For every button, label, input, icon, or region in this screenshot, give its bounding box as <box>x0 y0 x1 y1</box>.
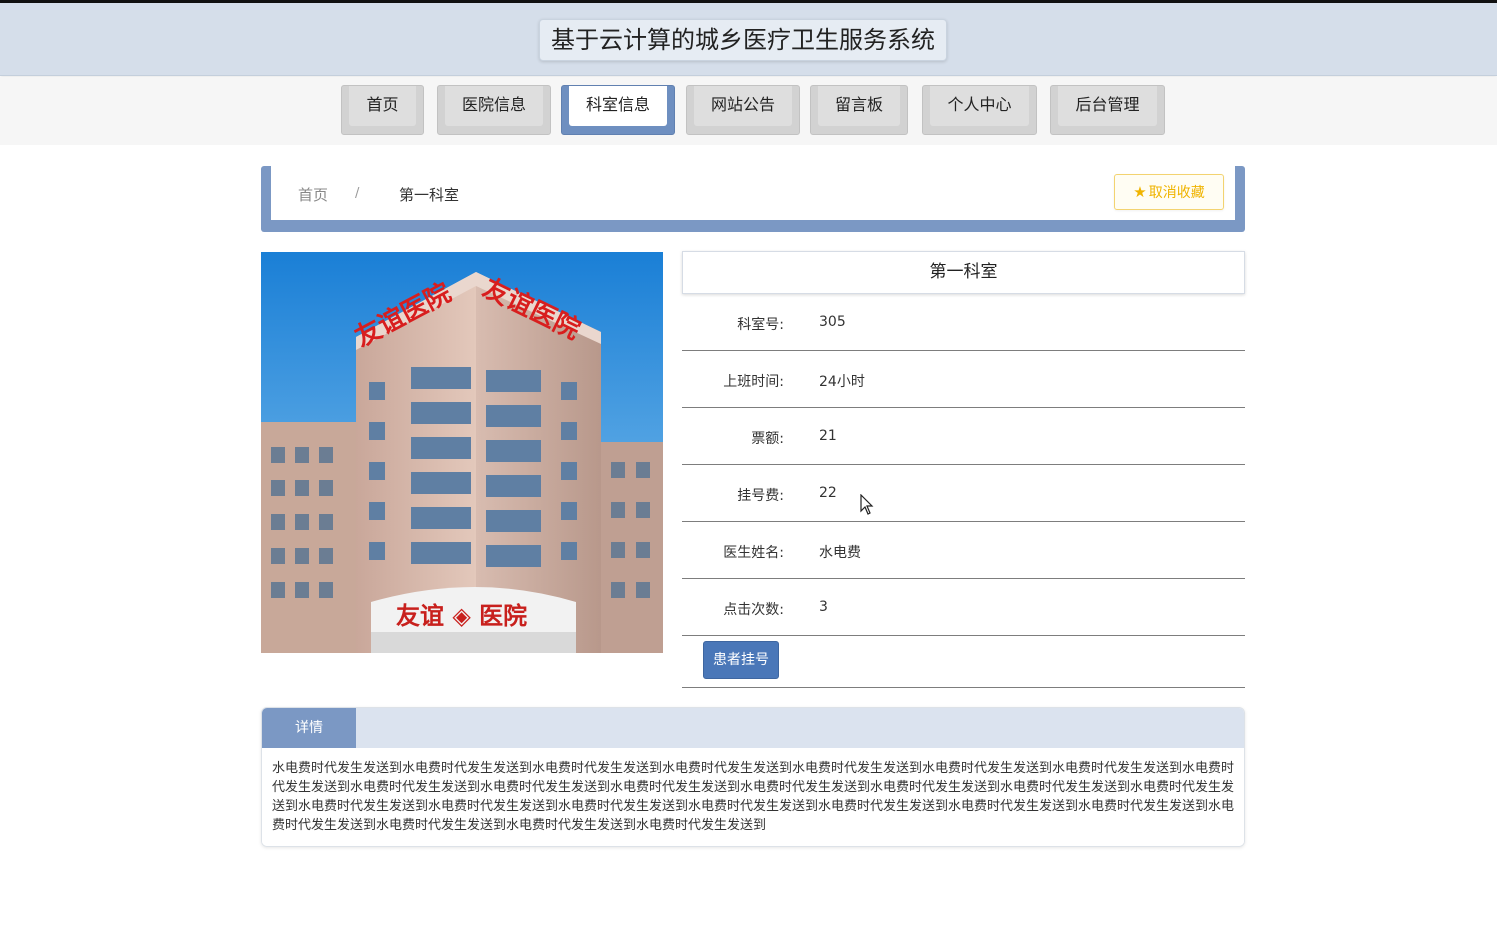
info-label: 科室号: <box>737 317 784 333</box>
star-icon: ★ <box>1133 183 1147 201</box>
patient-register-button[interactable]: 患者挂号 <box>703 641 779 679</box>
site-title: 基于云计算的城乡医疗卫生服务系统 <box>539 19 947 61</box>
nav-item-label: 科室信息 <box>569 86 667 126</box>
info-value: 21 <box>819 428 837 444</box>
info-row-department-number: 科室号: 305 <box>682 294 1245 351</box>
detail-tab-bar: 详情 <box>262 708 1244 748</box>
nav-item-home[interactable]: 首页 <box>341 85 424 135</box>
svg-text:友谊 ◈ 医院: 友谊 ◈ 医院 <box>396 601 527 630</box>
info-row-click-count: 点击次数: 3 <box>682 579 1245 636</box>
info-value: 24小时 <box>819 374 865 390</box>
info-row-doctor-name: 医生姓名: 水电费 <box>682 522 1245 579</box>
nav-item-label: 留言板 <box>818 86 900 126</box>
mouse-cursor-icon <box>860 494 874 515</box>
info-value: 3 <box>819 599 828 615</box>
info-row-registration-fee: 挂号费: 22 <box>682 465 1245 522</box>
nav-item-label: 后台管理 <box>1058 86 1157 126</box>
breadcrumb-current: 第一科室 <box>399 186 460 204</box>
department-photo: 友谊医院 友谊医院 友谊 ◈ 医院 <box>261 252 663 653</box>
nav-item-admin[interactable]: 后台管理 <box>1050 85 1165 135</box>
info-label: 上班时间: <box>723 374 784 390</box>
nav-item-label: 个人中心 <box>930 86 1029 126</box>
info-label: 医生姓名: <box>723 545 784 561</box>
nav-item-department-info[interactable]: 科室信息 <box>561 85 675 135</box>
tab-detail[interactable]: 详情 <box>262 708 356 748</box>
info-row-work-hours: 上班时间: 24小时 <box>682 351 1245 408</box>
breadcrumb: 首页 / 第一科室 ★ 取消收藏 <box>271 166 1235 220</box>
nav-item-label: 医院信息 <box>445 86 543 126</box>
nav-item-message-board[interactable]: 留言板 <box>810 85 908 135</box>
unfavorite-button-label: 取消收藏 <box>1148 185 1205 201</box>
nav-item-label: 网站公告 <box>694 86 792 126</box>
nav-item-hospital-info[interactable]: 医院信息 <box>437 85 551 135</box>
department-info-panel: 第一科室 科室号: 305 上班时间: 24小时 票额: 21 挂号费: 22 … <box>682 251 1245 688</box>
unfavorite-button[interactable]: ★ 取消收藏 <box>1114 174 1224 210</box>
nav-item-label: 首页 <box>349 86 416 126</box>
nav-item-announcements[interactable]: 网站公告 <box>686 85 800 135</box>
info-value: 305 <box>819 314 846 330</box>
nav-item-personal-center[interactable]: 个人中心 <box>922 85 1037 135</box>
department-title: 第一科室 <box>682 251 1245 294</box>
breadcrumb-home-link[interactable]: 首页 <box>298 184 328 205</box>
info-row-ticket-quota: 票额: 21 <box>682 408 1245 465</box>
breadcrumb-separator: / <box>355 186 360 201</box>
detail-panel: 详情 水电费时代发生发送到水电费时代发生发送到水电费时代发生发送到水电费时代发生… <box>261 707 1245 847</box>
info-value: 水电费 <box>819 545 861 561</box>
info-label: 点击次数: <box>723 602 784 618</box>
register-button-row: 患者挂号 <box>682 636 1245 688</box>
detail-content: 水电费时代发生发送到水电费时代发生发送到水电费时代发生发送到水电费时代发生发送到… <box>262 748 1244 846</box>
breadcrumb-bar: 首页 / 第一科室 ★ 取消收藏 <box>261 166 1245 232</box>
main-nav: 首页 医院信息 科室信息 网站公告 留言板 个人中心 后台管理 <box>0 77 1497 145</box>
info-label: 票额: <box>751 431 784 447</box>
site-header: 基于云计算的城乡医疗卫生服务系统 <box>0 3 1497 76</box>
info-value: 22 <box>819 485 837 501</box>
info-label: 挂号费: <box>737 488 784 504</box>
